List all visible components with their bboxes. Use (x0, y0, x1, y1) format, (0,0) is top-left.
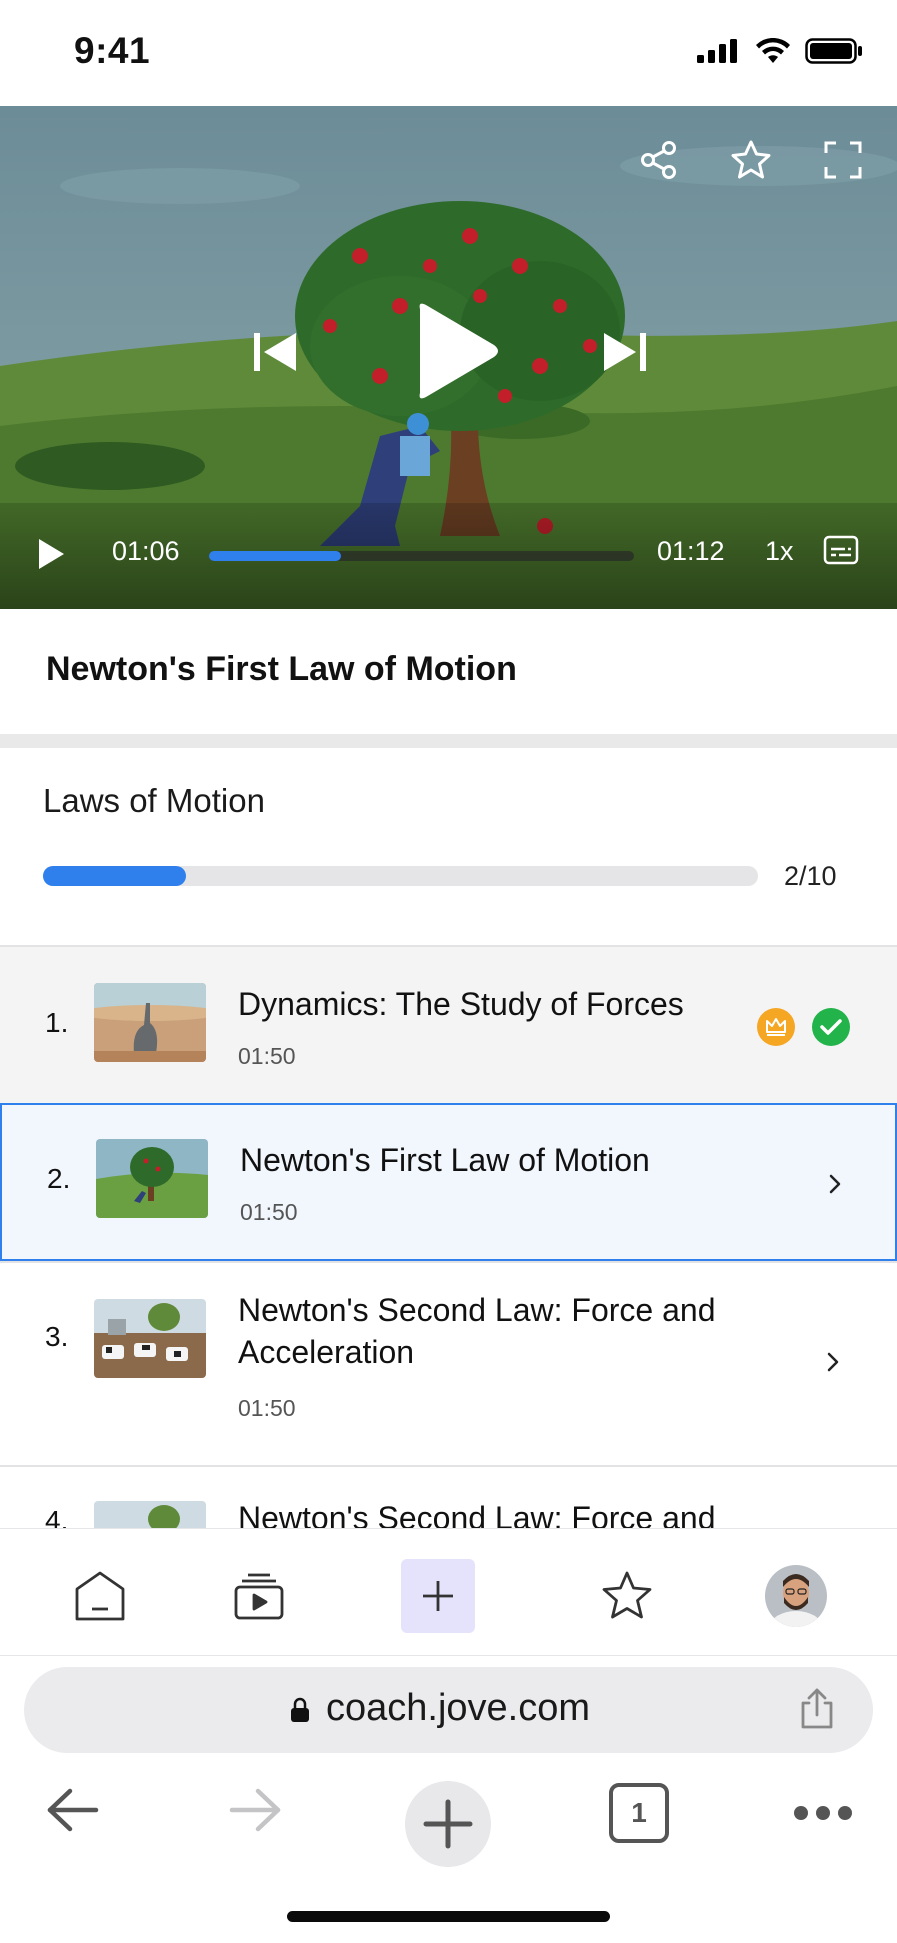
chevron-right-icon (827, 1352, 839, 1372)
videos-icon (234, 1573, 284, 1620)
home-icon (75, 1571, 125, 1621)
lesson-duration: 01:50 (240, 1199, 298, 1225)
new-tab-button[interactable] (405, 1781, 491, 1867)
lesson-thumbnail (96, 1139, 208, 1218)
address-bar[interactable]: coach.jove.com (24, 1667, 873, 1753)
course-progress-fill (43, 866, 186, 886)
favorites-tab[interactable] (590, 1559, 664, 1633)
home-indicator (287, 1911, 610, 1922)
lesson-item[interactable]: 4. Newton's Second Law: Force and (0, 1465, 897, 1528)
lesson-number: 2. (47, 1163, 71, 1194)
lesson-number: 3. (45, 1321, 69, 1352)
player-control-bar: 01:06 01:12 1x (0, 503, 897, 609)
browser-chrome: coach.jove.com 1 (0, 1657, 897, 1943)
videos-tab[interactable] (222, 1559, 296, 1633)
lesson-item[interactable]: 1. Dynamics: The Study of Forces 01:50 (0, 945, 897, 1103)
battery-icon (805, 38, 862, 64)
lesson-title: Dynamics: The Study of Forces (238, 986, 684, 1022)
add-tab[interactable] (401, 1559, 475, 1633)
share-icon[interactable] (635, 136, 683, 184)
share-icon[interactable] (797, 1687, 837, 1731)
lesson-title: Newton's Second Law: Force and Accelerat… (238, 1292, 716, 1370)
lesson-title: Newton's Second Law: Force and (238, 1500, 716, 1528)
player-progress-track[interactable] (209, 551, 634, 561)
forward-arrow-icon[interactable] (228, 1787, 284, 1833)
play-icon[interactable] (419, 303, 498, 399)
lesson-list: 1. Dynamics: The Study of Forces 01:50 2… (0, 945, 897, 1528)
skip-previous-icon[interactable] (254, 333, 296, 371)
check-icon (812, 1008, 850, 1046)
cellular-signal-icon (697, 39, 737, 63)
chevron-right-icon (829, 1174, 841, 1194)
course-progress-count: 2/10 (784, 861, 837, 891)
lesson-title: Newton's First Law of Motion (240, 1142, 650, 1178)
lesson-number: 1. (45, 1007, 69, 1038)
lesson-duration: 01:50 (238, 1043, 296, 1069)
crown-icon (757, 1008, 795, 1046)
profile-tab[interactable] (759, 1559, 833, 1633)
status-icons (697, 38, 863, 64)
bottom-tab-bar (0, 1528, 897, 1656)
tab-count: 1 (631, 1797, 647, 1828)
player-progress-fill (209, 551, 341, 561)
tabs-button[interactable]: 1 (609, 1783, 669, 1843)
course-progress-track (43, 866, 758, 886)
lesson-title: Newton's First Law of Motion (46, 650, 517, 688)
lesson-thumbnail (94, 983, 206, 1062)
lesson-number: 4. (45, 1505, 69, 1528)
video-player[interactable]: 01:06 01:12 1x (0, 106, 897, 609)
section-divider (0, 734, 897, 748)
add-icon (423, 1581, 453, 1611)
lesson-thumbnail (94, 1299, 206, 1378)
status-time: 9:41 (74, 30, 151, 71)
favorites-icon (602, 1571, 652, 1619)
wifi-icon (756, 38, 790, 63)
status-bar: 9:41 (0, 0, 897, 106)
back-arrow-icon[interactable] (44, 1787, 100, 1833)
captions-icon[interactable] (823, 535, 859, 565)
home-tab[interactable] (63, 1559, 137, 1633)
lesson-item[interactable]: 3. Newton's Second Law: Force and Accele… (0, 1261, 897, 1465)
lesson-thumbnail (94, 1501, 206, 1528)
url-text: coach.jove.com (326, 1687, 591, 1729)
profile-avatar (765, 1565, 827, 1627)
star-icon[interactable] (727, 136, 775, 184)
playback-speed-button[interactable]: 1x (765, 536, 794, 567)
total-time: 01:12 (657, 536, 725, 566)
plus-icon (423, 1799, 473, 1849)
lesson-duration: 01:50 (238, 1395, 296, 1421)
play-small-icon[interactable] (36, 537, 66, 571)
fullscreen-icon[interactable] (819, 136, 867, 184)
current-time: 01:06 (112, 536, 180, 566)
lesson-item-active[interactable]: 2. Newton's First Law of Motion 01:50 (0, 1103, 897, 1261)
player-top-icons (635, 136, 867, 184)
course-title: Laws of Motion (43, 782, 265, 819)
lock-icon (291, 1697, 309, 1722)
more-options-icon[interactable] (793, 1805, 853, 1821)
player-center-controls (254, 303, 646, 399)
skip-next-icon[interactable] (604, 333, 646, 371)
